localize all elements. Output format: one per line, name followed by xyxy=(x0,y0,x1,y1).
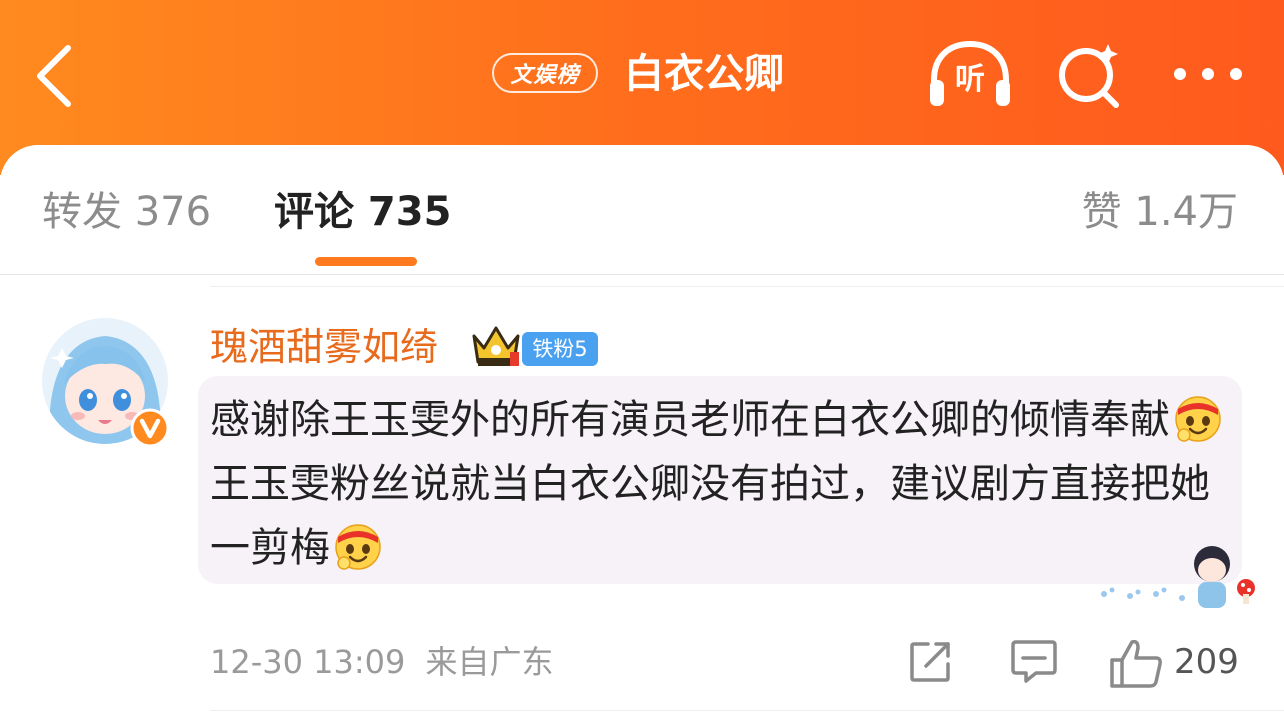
listen-button[interactable]: 听 xyxy=(928,40,1012,110)
iron-fan-level-badge: 铁粉5 xyxy=(522,332,598,366)
comment-bottom-divider xyxy=(210,710,1284,711)
comment-text: 感谢除王玉雯外的所有演员老师在白衣公卿的倾情奉献 王玉雯粉丝说就当白衣公卿没有拍… xyxy=(210,388,1232,580)
tab-reposts[interactable]: 转发 376 xyxy=(42,186,211,238)
share-icon[interactable] xyxy=(908,638,954,684)
active-tab-indicator xyxy=(315,257,417,266)
comment-meta: 12-30 13:09 来自广东 xyxy=(210,640,554,684)
like-count[interactable]: 209 xyxy=(1174,640,1239,684)
comment-timestamp: 12-30 13:09 xyxy=(210,643,406,681)
crown-icon xyxy=(472,326,520,366)
comment-top-divider xyxy=(210,286,1284,287)
tabs-divider xyxy=(0,274,1284,275)
comment-icon[interactable] xyxy=(1010,638,1058,684)
more-options-icon[interactable] xyxy=(1170,56,1246,92)
comment-location: 来自广东 xyxy=(425,643,554,681)
back-button[interactable] xyxy=(34,44,74,108)
topic-ranking-badge[interactable]: 文娱榜 xyxy=(492,53,598,93)
cheer-emoji-icon xyxy=(335,524,381,570)
thumbs-up-icon[interactable] xyxy=(1108,638,1164,688)
comment-text-part-1: 感谢除王玉雯外的所有演员老师在白衣公卿的倾情奉献 xyxy=(210,397,1170,443)
listen-label: 听 xyxy=(955,62,985,97)
search-icon[interactable] xyxy=(1054,40,1124,110)
verified-badge-icon xyxy=(130,408,170,448)
cheer-emoji-icon xyxy=(1175,396,1221,442)
tab-likes[interactable]: 赞 1.4万 xyxy=(1082,186,1238,238)
commenter-username[interactable]: 瑰酒甜雾如绮 xyxy=(210,322,438,372)
tab-comments[interactable]: 评论 735 xyxy=(274,186,451,238)
page-title[interactable]: 白衣公卿 xyxy=(624,48,784,100)
chibi-character-decoration-icon xyxy=(1101,546,1255,608)
